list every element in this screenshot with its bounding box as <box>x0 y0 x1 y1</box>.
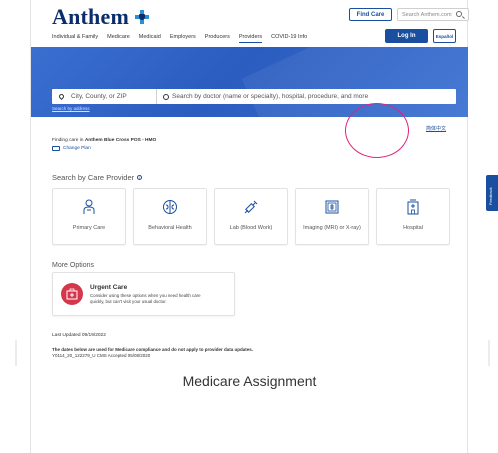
info-icon[interactable]: i <box>137 175 143 180</box>
urgent-care-card[interactable]: Urgent Care Consider using these options… <box>52 272 235 316</box>
location-placeholder: City, County, or ZIP <box>71 93 127 100</box>
nav-medicaid[interactable]: Medicaid <box>139 34 161 43</box>
scroll-rail-left <box>15 340 17 366</box>
provider-search-placeholder: Search by doctor (name or specialty), ho… <box>172 93 369 100</box>
login-button[interactable]: Log In <box>385 29 428 43</box>
more-options-heading: More Options <box>52 262 95 269</box>
tile-label: Behavioral Health <box>148 225 192 231</box>
tile-primary-care[interactable]: Primary Care <box>52 188 126 245</box>
urgent-care-description: Consider using these options when you ne… <box>90 292 201 304</box>
find-care-button[interactable]: Find Care <box>349 8 392 21</box>
care-provider-tiles: Primary Care Behavioral Health Lab (Bloo… <box>52 188 450 245</box>
feedback-label: Feedback <box>488 187 493 205</box>
cross-shield-icon <box>134 10 149 24</box>
tile-hospital[interactable]: Hospital <box>376 188 450 245</box>
plan-info: Finding care in Anthem Blue Cross POS - … <box>52 138 156 143</box>
main-nav: Individual & Family Medicare Medicaid Em… <box>52 34 307 43</box>
id-card-icon <box>52 146 60 151</box>
location-input[interactable]: City, County, or ZIP <box>52 89 157 104</box>
doctor-icon <box>81 199 97 215</box>
tile-label: Primary Care <box>72 225 106 231</box>
tile-label: Imaging (MRI) or X-ray) <box>303 225 361 231</box>
nav-individual-family[interactable]: Individual & Family <box>52 34 98 43</box>
medicare-assignment-heading: Medicare Assignment <box>182 373 317 389</box>
nav-covid-info[interactable]: COVID-19 Info <box>271 34 307 43</box>
tile-behavioral-health[interactable]: Behavioral Health <box>133 188 207 245</box>
tile-imaging[interactable]: Imaging (MRI) or X-ray) <box>295 188 369 245</box>
hospital-icon <box>405 199 421 215</box>
last-updated: Last Updated 09/19/2022 <box>52 333 106 338</box>
cms-code: Y0114_20_122279_U CMS Accepted 05/08/202… <box>52 353 151 358</box>
change-plan-label: Change Plan <box>63 146 91 151</box>
provider-search-input[interactable]: Search by doctor (name or specialty), ho… <box>157 89 368 104</box>
xray-icon <box>324 199 340 215</box>
care-provider-heading-text: Search by Care Provider <box>52 173 135 182</box>
medicare-disclaimer: The dates below are used for Medicare co… <box>52 347 253 359</box>
syringe-icon <box>243 199 259 215</box>
espanol-button[interactable]: Español <box>433 29 456 43</box>
disclaimer-text: The dates below are used for Medicare co… <box>52 347 254 352</box>
scroll-rail-right <box>488 340 490 366</box>
plan-prefix: Finding care in <box>52 138 84 143</box>
care-provider-heading: Search by Care Provider i <box>52 173 143 182</box>
nav-employers[interactable]: Employers <box>170 34 196 43</box>
language-link[interactable]: 简体中文 <box>426 125 446 132</box>
highlight-circle-annotation <box>345 103 409 158</box>
hero-banner: City, County, or ZIP Search by doctor (n… <box>31 47 468 117</box>
brain-icon <box>162 199 178 215</box>
find-care-search-bar: City, County, or ZIP Search by doctor (n… <box>52 89 456 104</box>
urgent-care-icon <box>61 283 83 305</box>
anthem-logo[interactable]: Anthem <box>52 4 149 29</box>
site-search-input[interactable]: Search Anthem.com <box>397 8 469 21</box>
site-search-placeholder: Search Anthem.com <box>402 11 452 18</box>
urgent-care-title: Urgent Care <box>90 283 128 291</box>
change-plan-link[interactable]: Change Plan <box>52 146 91 151</box>
search-icon[interactable] <box>456 11 462 17</box>
tile-label: Lab (Blood Work) <box>229 225 273 231</box>
tile-label: Hospital <box>403 225 423 231</box>
feedback-tab[interactable]: Feedback <box>486 175 498 211</box>
search-icon <box>163 93 169 100</box>
location-pin-icon <box>57 92 66 101</box>
search-by-address-link[interactable]: Search by address <box>52 106 90 111</box>
logo-text: Anthem <box>52 4 129 29</box>
nav-medicare[interactable]: Medicare <box>107 34 130 43</box>
nav-producers[interactable]: Producers <box>205 34 230 43</box>
plan-name: Anthem Blue Cross POS - HMO <box>84 138 157 143</box>
tile-lab-blood-work[interactable]: Lab (Blood Work) <box>214 188 288 245</box>
page-frame: Anthem Find Care Search Anthem.com Indiv… <box>30 0 469 453</box>
nav-providers[interactable]: Providers <box>238 34 263 43</box>
